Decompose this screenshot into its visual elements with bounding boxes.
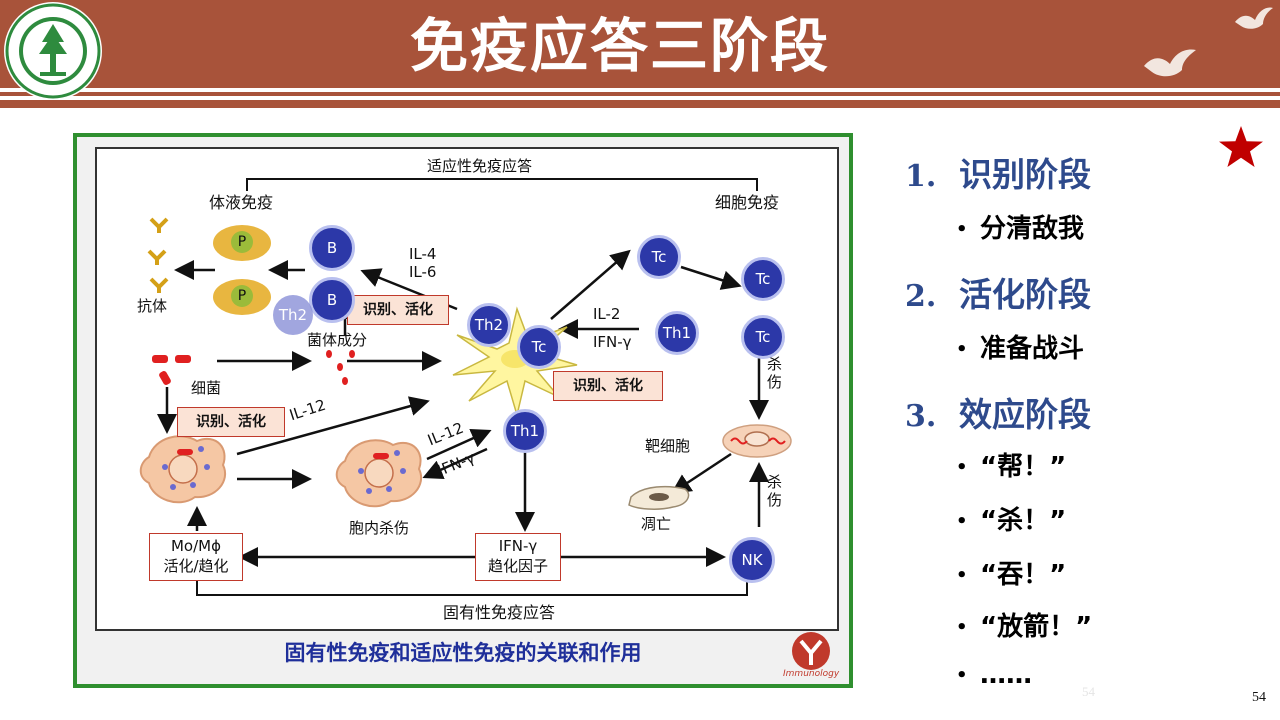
th1-cell: Th1 (655, 311, 699, 355)
step-number: 1. (905, 159, 937, 194)
bacterial-component-label: 菌体成分 (307, 331, 368, 349)
plasma-cell-label: P (231, 285, 253, 307)
antibody-icon (147, 217, 169, 293)
dove-icon (1233, 4, 1275, 38)
ifn-box-label: IFN-γ (498, 537, 538, 555)
bullet-text: 准备战斗 (980, 334, 1085, 364)
recognition-activation-box: 识别、活化 (177, 407, 285, 437)
mo-label: Mo/Mϕ (170, 537, 221, 555)
figure-panel: 适应性免疫应答 体液免疫 细胞免疫 抗体 细菌 菌体成分 胞内杀伤 靶细胞 凋亡… (77, 137, 849, 684)
mo-activation-label: 活化/趋化 (163, 557, 229, 575)
bullet-text: “帮！” (980, 452, 1067, 482)
kill-label: 杀伤 (767, 473, 783, 509)
bullet-dot: • (956, 219, 968, 240)
macrophage-icon (139, 435, 226, 504)
humoral-immunity-label: 体液免疫 (209, 193, 274, 212)
plasma-cell: P (213, 279, 271, 315)
dove-icon (1142, 46, 1198, 86)
bacteria-label: 细菌 (191, 379, 222, 397)
bullet-dot: • (956, 339, 968, 360)
bullet-item: • “杀！” (956, 500, 1066, 537)
bullet-text: “吞！” (980, 560, 1067, 590)
recognition-activation-box: 识别、活化 (347, 295, 449, 325)
figure-caption: 固有性免疫和适应性免疫的关联和作用 (284, 641, 642, 665)
header-divider (0, 92, 1280, 96)
il4-label: IL-4 (409, 245, 437, 263)
bullet-item: • …… (956, 660, 1032, 690)
step-label: 活化阶段 (959, 275, 1091, 314)
recognition-activation-box: 识别、活化 (553, 371, 663, 401)
university-logo (4, 2, 102, 100)
target-cell-icon (722, 424, 792, 458)
apoptosis-label: 凋亡 (641, 515, 672, 533)
plasma-cell-label: P (231, 231, 253, 253)
antibody-label: 抗体 (137, 297, 168, 315)
il2-label: IL-2 (593, 305, 621, 323)
bullet-text: “放箭！” (980, 612, 1093, 642)
bullet-item: • “吞！” (956, 554, 1066, 591)
page-number: 54 (1252, 690, 1266, 705)
immune-response-figure: 适应性免疫应答 体液免疫 细胞免疫 抗体 细菌 菌体成分 胞内杀伤 靶细胞 凋亡… (73, 133, 853, 688)
adaptive-response-label: 适应性免疫应答 (427, 157, 533, 175)
intracellular-kill-label: 胞内杀伤 (349, 519, 410, 537)
faint-page-number: 54 (1082, 684, 1095, 699)
bullet-dot: • (956, 457, 968, 478)
bullet-item: • “放箭！” (956, 606, 1092, 643)
step-label: 识别阶段 (959, 155, 1091, 194)
nk-cell: NK (729, 537, 775, 583)
bullet-item: • 准备战斗 (956, 328, 1084, 365)
apoptotic-cell-icon (628, 485, 690, 510)
bullet-dot: • (956, 665, 968, 686)
il6-label: IL-6 (409, 263, 437, 281)
diagram-frame: 适应性免疫应答 体液免疫 细胞免疫 抗体 细菌 菌体成分 胞内杀伤 靶细胞 凋亡… (95, 147, 839, 631)
step-number: 3. (905, 399, 937, 434)
step-activation: 2. 活化阶段 (905, 268, 1091, 316)
target-cell-label: 靶细胞 (645, 437, 691, 455)
ifn-gamma-label: IFN-γ (593, 333, 632, 351)
bullet-text: 分清敌我 (980, 214, 1085, 244)
tc-cell: Tc (741, 257, 785, 301)
mo-activation-box: Mo/Mϕ 活化/趋化 (149, 533, 243, 581)
plasma-cell: P (213, 225, 271, 261)
kill-label: 杀伤 (767, 355, 783, 391)
th1-cell: Th1 (503, 409, 547, 453)
bullet-dot: • (956, 511, 968, 532)
tc-cell: Tc (637, 235, 681, 279)
bullet-dot: • (956, 565, 968, 586)
chemokine-label: 趋化因子 (487, 557, 548, 575)
bullet-item: • 分清敌我 (956, 208, 1084, 245)
bullet-text: …… (980, 660, 1032, 690)
b-cell: B (309, 225, 355, 271)
immunology-logo-text: Immunology (783, 669, 840, 679)
bullet-dot: • (956, 617, 968, 638)
th2-cell-faded: Th2 (273, 295, 313, 335)
header-divider-thick (0, 100, 1280, 108)
step-number: 2. (905, 279, 937, 314)
macrophage-icon (335, 439, 422, 508)
tc-cell: Tc (517, 325, 561, 369)
bullet-item: • “帮！” (956, 446, 1066, 483)
th2-cell: Th2 (467, 303, 511, 347)
immunology-logo: Immunology (783, 629, 839, 681)
step-effector: 3. 效应阶段 (905, 388, 1091, 436)
step-label: 效应阶段 (959, 395, 1091, 434)
cellular-immunity-label: 细胞免疫 (715, 193, 780, 212)
b-cell: B (309, 277, 355, 323)
page-title: 免疫应答三阶段 (409, 12, 830, 80)
innate-response-label: 固有性免疫应答 (443, 603, 556, 622)
bullet-text: “杀！” (980, 506, 1067, 536)
tc-cell: Tc (741, 315, 785, 359)
step-recognition: 1. 识别阶段 (905, 148, 1091, 196)
star-icon (1217, 124, 1265, 172)
ifn-chemokine-box: IFN-γ 趋化因子 (475, 533, 561, 581)
